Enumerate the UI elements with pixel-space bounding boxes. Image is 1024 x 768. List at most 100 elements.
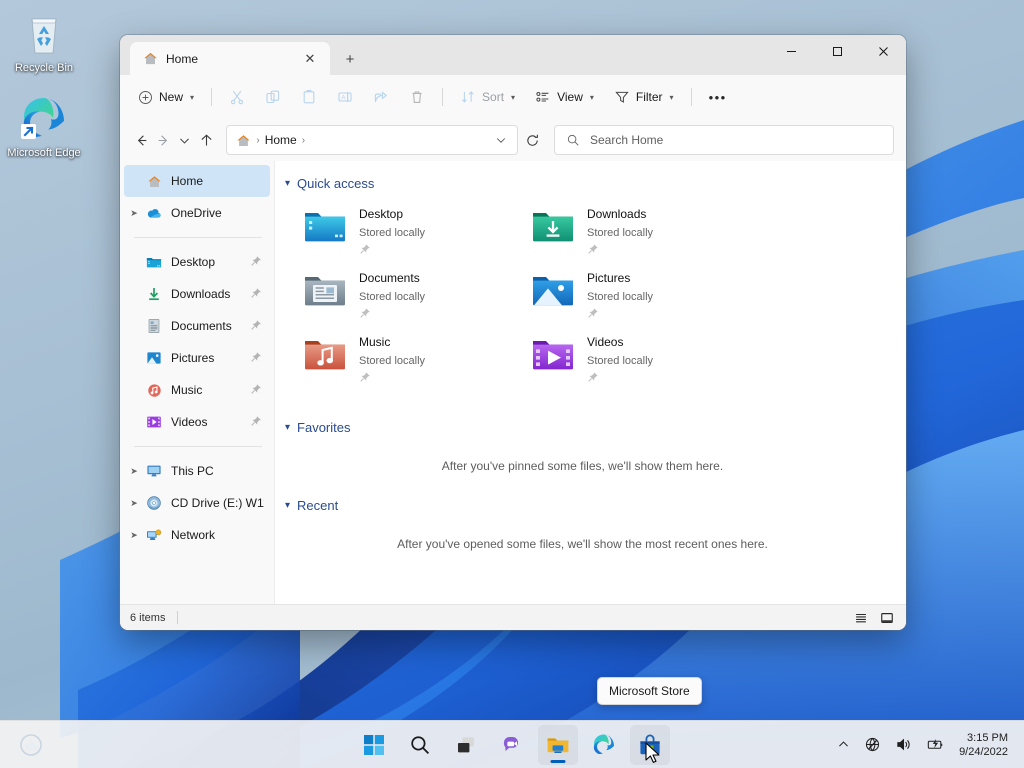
share-button[interactable] bbox=[364, 81, 398, 113]
pin-icon[interactable] bbox=[250, 351, 264, 366]
quick-access-item-desktop[interactable]: Desktop Stored locally bbox=[297, 197, 525, 261]
sidebar-item-documents[interactable]: Documents bbox=[124, 310, 270, 342]
taskbar-item-start[interactable] bbox=[354, 725, 394, 765]
chevron-down-icon[interactable]: ▾ bbox=[285, 500, 290, 511]
sidebar-item-onedrive[interactable]: ➤ OneDrive bbox=[124, 197, 270, 229]
taskbar-buttons[interactable] bbox=[354, 724, 670, 765]
desktop[interactable]: Recycle Bin Microsoft Edge Home ✕ + New … bbox=[0, 0, 1024, 768]
close-icon[interactable]: ✕ bbox=[298, 47, 322, 71]
breadcrumb[interactable]: › Home › bbox=[235, 132, 489, 148]
tray-chevron-up-icon[interactable] bbox=[831, 728, 856, 762]
back-button[interactable] bbox=[132, 125, 152, 155]
clock[interactable]: 3:15 PM 9/24/2022 bbox=[953, 731, 1016, 759]
rename-button[interactable]: A bbox=[328, 81, 362, 113]
navigation-pane[interactable]: Home ➤ OneDrive Desktop Downloads Docume… bbox=[120, 161, 275, 604]
quick-access-item-pictures[interactable]: Pictures Stored locally bbox=[525, 261, 753, 325]
paste-button[interactable] bbox=[292, 81, 326, 113]
pin-icon[interactable] bbox=[250, 383, 264, 398]
sidebar-item-music[interactable]: Music bbox=[124, 374, 270, 406]
quick-access-item-text: Documents Stored locally bbox=[359, 266, 425, 324]
status-bar: 6 items bbox=[120, 604, 906, 630]
pin-icon[interactable] bbox=[250, 287, 264, 302]
taskbar-item-file-explorer[interactable] bbox=[538, 724, 578, 765]
quick-access-grid[interactable]: Desktop Stored locally Downloads Stored … bbox=[283, 197, 906, 389]
breadcrumb-dropdown-button[interactable] bbox=[489, 128, 513, 152]
pin-icon[interactable] bbox=[250, 319, 264, 334]
window-titlebar[interactable]: Home ✕ + bbox=[120, 35, 906, 75]
sidebar-item-pictures[interactable]: Pictures bbox=[124, 342, 270, 374]
quick-access-header[interactable]: ▾ Quick access bbox=[283, 171, 906, 197]
view-button[interactable]: View ▾ bbox=[526, 81, 603, 113]
desktop-icon-microsoft-edge[interactable]: Microsoft Edge bbox=[5, 95, 83, 160]
taskbar[interactable]: 3:15 PM 9/24/2022 bbox=[0, 720, 1024, 768]
overflow-menu-button[interactable]: ••• bbox=[700, 81, 736, 113]
cut-button[interactable] bbox=[220, 81, 254, 113]
preview-pane-icon[interactable] bbox=[876, 608, 898, 628]
sidebar-item-network[interactable]: ➤ Network bbox=[124, 519, 270, 551]
minimize-button[interactable] bbox=[768, 35, 814, 68]
command-bar[interactable]: New ▾ A Sort ▾ View ▾ Filter ▾ ••• bbox=[120, 75, 906, 119]
forward-button[interactable] bbox=[154, 125, 174, 155]
recent-header[interactable]: ▾ Recent bbox=[283, 493, 906, 519]
search-input[interactable] bbox=[589, 133, 883, 147]
copy-button[interactable] bbox=[256, 81, 290, 113]
delete-button[interactable] bbox=[400, 81, 434, 113]
recent-locations-button[interactable] bbox=[175, 125, 195, 155]
sort-button[interactable]: Sort ▾ bbox=[451, 81, 524, 113]
maximize-button[interactable] bbox=[814, 35, 860, 68]
taskbar-item-microsoft-store[interactable] bbox=[630, 724, 670, 765]
quick-access-item-text: Videos Stored locally bbox=[587, 330, 653, 388]
chevron-right-icon[interactable]: ➤ bbox=[124, 530, 144, 541]
search-box[interactable] bbox=[553, 125, 894, 155]
pin-icon[interactable] bbox=[250, 255, 264, 270]
tab-strip[interactable]: Home ✕ + bbox=[120, 35, 362, 75]
refresh-button[interactable] bbox=[522, 125, 542, 155]
chevron-down-icon[interactable]: ▾ bbox=[285, 422, 290, 433]
breadcrumb-item-home[interactable]: Home bbox=[265, 133, 297, 147]
quick-access-item-music[interactable]: Music Stored locally bbox=[297, 325, 525, 389]
view-toggle-group[interactable] bbox=[850, 608, 898, 628]
taskbar-item-chat[interactable] bbox=[492, 725, 532, 765]
system-tray[interactable]: 3:15 PM 9/24/2022 bbox=[831, 728, 1016, 762]
new-button[interactable]: New ▾ bbox=[128, 81, 203, 113]
taskbar-item-search[interactable] bbox=[400, 725, 440, 765]
sidebar-item-desktop[interactable]: Desktop bbox=[124, 246, 270, 278]
filter-button[interactable]: Filter ▾ bbox=[605, 81, 683, 113]
chevron-right-icon[interactable]: ➤ bbox=[124, 466, 144, 477]
sidebar-item-videos[interactable]: Videos bbox=[124, 406, 270, 438]
chevron-right-icon[interactable]: ➤ bbox=[124, 498, 144, 509]
favorites-header[interactable]: ▾ Favorites bbox=[283, 415, 906, 441]
tab-home[interactable]: Home ✕ bbox=[130, 42, 330, 75]
close-button[interactable] bbox=[860, 35, 906, 68]
recent-empty-message: After you've opened some files, we'll sh… bbox=[397, 537, 768, 551]
paste-icon bbox=[301, 89, 317, 105]
sidebar-item-downloads[interactable]: Downloads bbox=[124, 278, 270, 310]
battery-charging-icon[interactable] bbox=[920, 728, 951, 762]
quick-access-item-downloads[interactable]: Downloads Stored locally bbox=[525, 197, 753, 261]
chevron-down-icon[interactable]: ▾ bbox=[285, 178, 290, 189]
quick-access-item-documents[interactable]: Documents Stored locally bbox=[297, 261, 525, 325]
taskbar-weather-widget[interactable] bbox=[18, 732, 44, 758]
address-bar-row[interactable]: › Home › bbox=[120, 119, 906, 161]
taskbar-item-task-view[interactable] bbox=[446, 725, 486, 765]
volume-icon[interactable] bbox=[889, 728, 918, 762]
file-explorer-window[interactable]: Home ✕ + New ▾ A Sort ▾ View ▾ Filter ▾ … bbox=[120, 35, 906, 630]
details-view-icon[interactable] bbox=[850, 608, 872, 628]
quick-access-item-videos[interactable]: Videos Stored locally bbox=[525, 325, 753, 389]
taskbar-item-microsoft-edge[interactable] bbox=[584, 725, 624, 765]
content-pane[interactable]: ▾ Quick access Desktop Stored locally Do… bbox=[275, 161, 906, 604]
sidebar-item-this-pc[interactable]: ➤ This PC bbox=[124, 455, 270, 487]
pin-icon[interactable] bbox=[250, 415, 264, 430]
breadcrumb-bar[interactable]: › Home › bbox=[226, 125, 519, 155]
filter-icon bbox=[614, 89, 630, 105]
sidebar-item-label: Music bbox=[171, 383, 203, 397]
chevron-right-icon[interactable]: ➤ bbox=[124, 208, 144, 219]
desktop-icon-recycle-bin[interactable]: Recycle Bin bbox=[5, 10, 83, 75]
sidebar-item-home[interactable]: Home bbox=[124, 165, 270, 197]
up-button[interactable] bbox=[197, 125, 217, 155]
network-disconnected-icon[interactable] bbox=[858, 728, 887, 762]
window-controls[interactable] bbox=[768, 35, 906, 68]
sort-icon bbox=[460, 89, 476, 105]
sidebar-item-cd-drive[interactable]: ➤ CD Drive (E:) W11FE bbox=[124, 487, 270, 519]
new-tab-button[interactable]: + bbox=[338, 47, 362, 71]
